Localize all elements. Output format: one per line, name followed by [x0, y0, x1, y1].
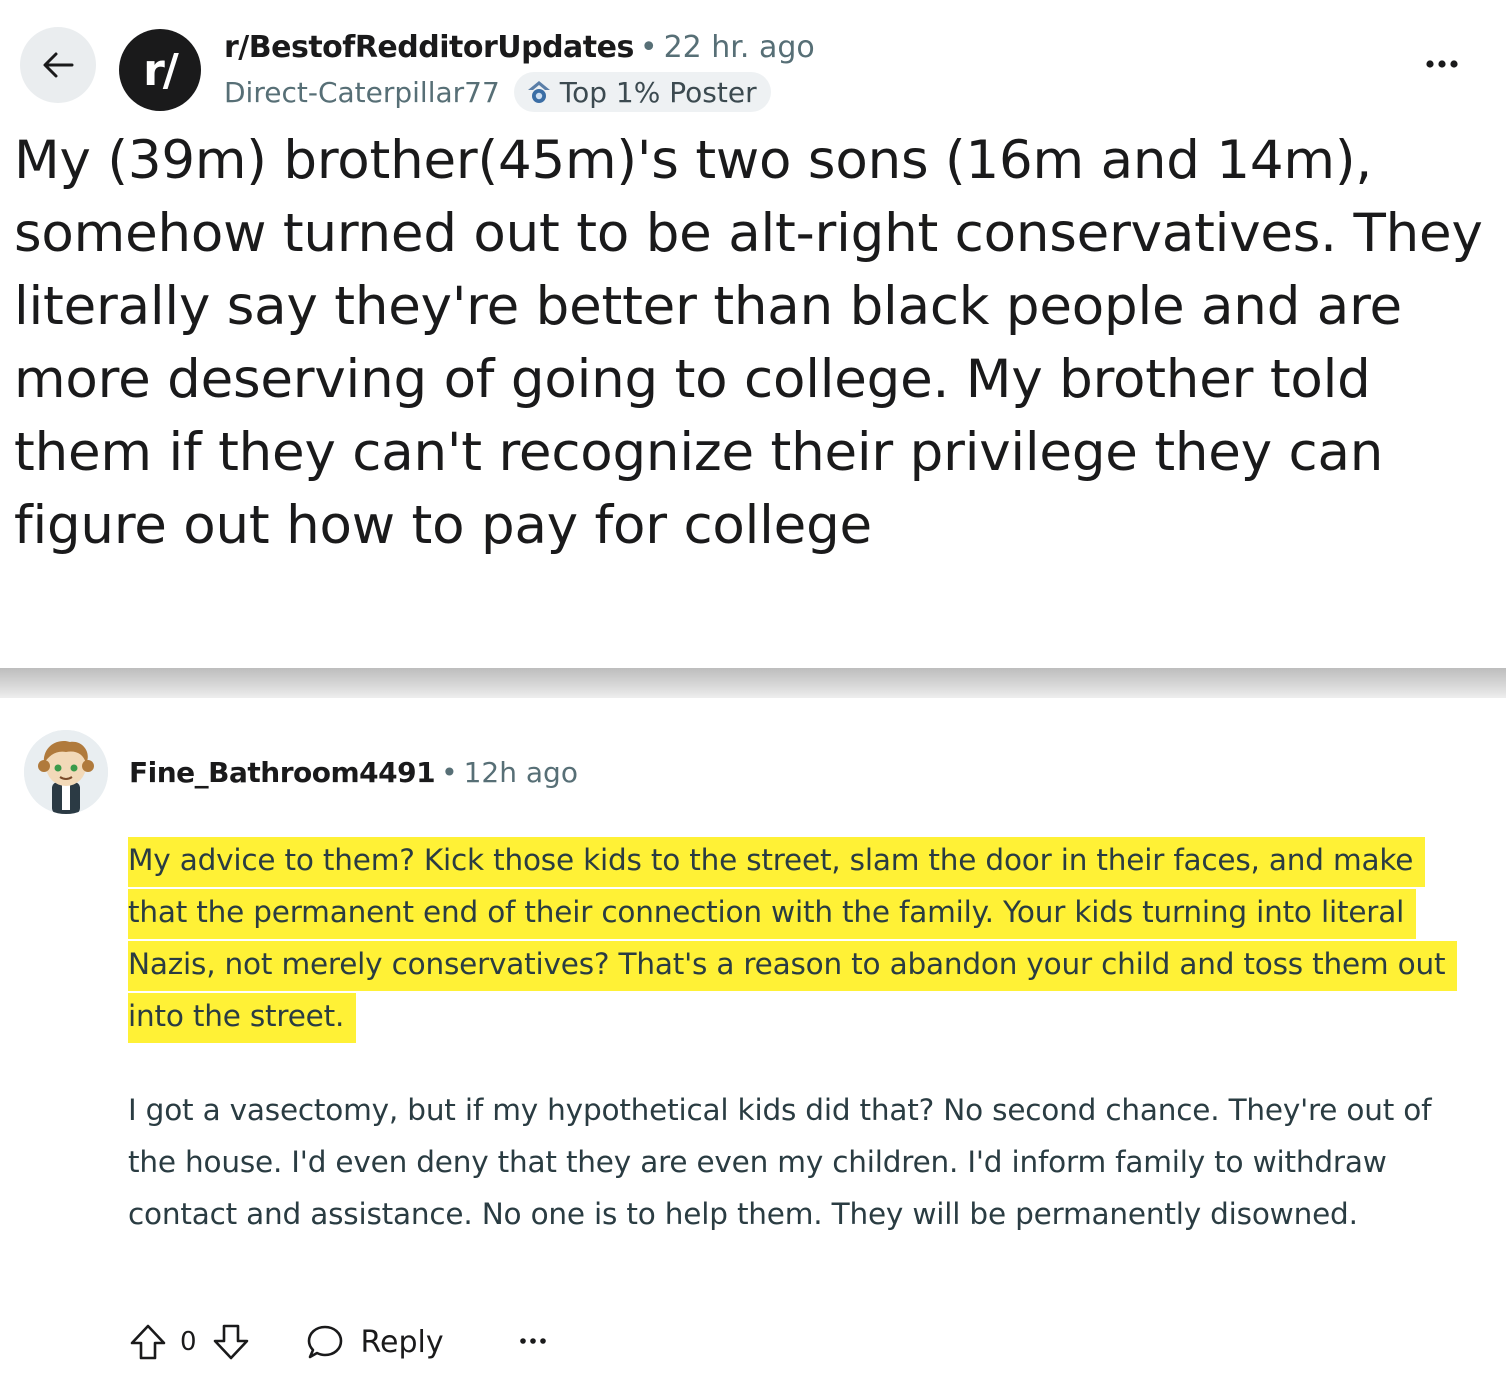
commenter-avatar[interactable] — [24, 730, 108, 814]
upvote-icon[interactable] — [128, 1322, 168, 1362]
more-horizontal-icon — [1426, 60, 1458, 68]
user-flair: Top 1% Poster — [513, 72, 771, 112]
comment-more-options-button[interactable] — [518, 1333, 548, 1352]
more-horizontal-icon — [519, 1337, 546, 1344]
snoo-avatar-icon — [24, 730, 108, 814]
subreddit-avatar[interactable]: r/ — [119, 29, 201, 111]
highlighted-text: My advice to them? Kick those kids to th… — [128, 837, 1458, 1043]
post-time: 22 hr. ago — [663, 30, 815, 65]
reply-label: Reply — [360, 1324, 444, 1360]
subreddit-name[interactable]: r/BestofRedditorUpdates — [224, 30, 634, 65]
subreddit-avatar-text: r/ — [143, 44, 179, 96]
flair-label: Top 1% Poster — [559, 75, 757, 109]
comment-bubble-icon — [307, 1325, 342, 1359]
post-meta: r/BestofRedditorUpdates • 22 hr. ago — [224, 30, 815, 65]
comment-time: 12h ago — [463, 756, 578, 789]
meta-separator: • — [639, 30, 658, 65]
vote-count: 0 — [180, 1327, 197, 1357]
post-container: r/ r/BestofRedditorUpdates • 22 hr. ago Di… — [0, 0, 1506, 668]
meta-separator: • — [441, 756, 458, 789]
reply-button[interactable]: Reply — [305, 1322, 444, 1362]
comment-paragraph-highlighted: My advice to them? Kick those kids to th… — [128, 834, 1458, 1043]
comment-actions: 0 Reply — [128, 1316, 548, 1368]
back-button[interactable] — [20, 27, 96, 103]
comment-author[interactable]: Fine_Bathroom4491 — [129, 756, 436, 789]
section-divider — [0, 668, 1506, 698]
comment-paragraph: I got a vasectomy, but if my hypothetica… — [128, 1093, 1432, 1231]
downvote-icon[interactable] — [211, 1322, 251, 1362]
achievement-icon — [527, 81, 550, 103]
arrow-left-icon — [43, 52, 74, 78]
more-options-button[interactable] — [1424, 54, 1460, 78]
post-title[interactable]: My (39m) brother(45m)'s two sons (16m an… — [14, 124, 1494, 562]
comment-meta: Fine_Bathroom4491 • 12h ago — [129, 756, 578, 789]
post-author[interactable]: Direct-Caterpillar77 — [224, 76, 500, 109]
comment: Fine_Bathroom4491 • 12h ago My advice to t… — [0, 698, 1506, 1376]
author-line: Direct-Caterpillar77 Top 1% Poster — [224, 72, 771, 112]
